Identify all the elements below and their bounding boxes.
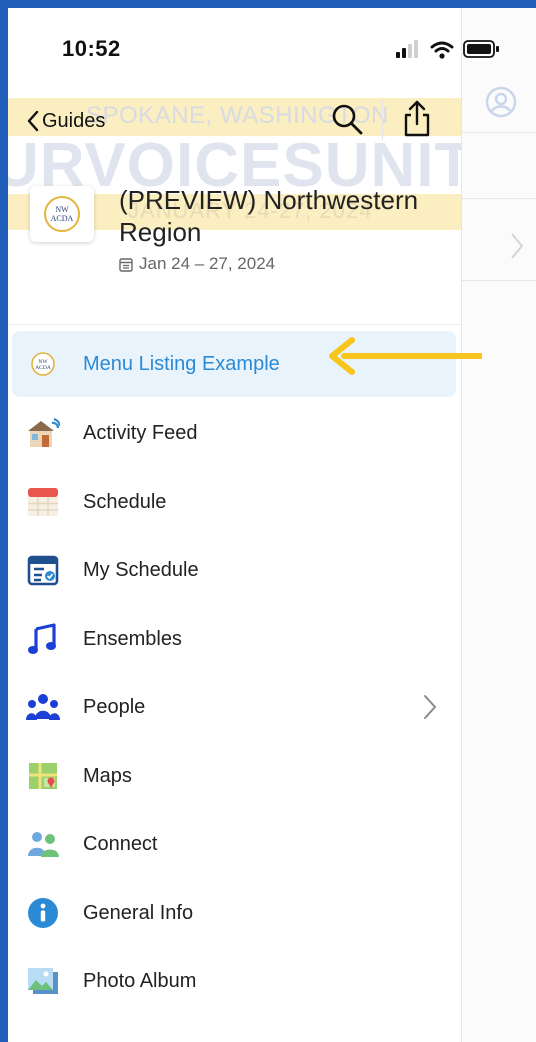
menu-item-label: Connect <box>83 833 158 855</box>
chevron-left-icon <box>27 110 39 132</box>
panel-divider <box>462 132 536 133</box>
music-note-icon <box>28 623 56 654</box>
menu-item-activity-feed[interactable]: Activity Feed <box>12 400 456 466</box>
search-icon[interactable] <box>330 102 364 136</box>
signal-icon <box>396 40 418 58</box>
status-bar: 10:52 <box>8 8 499 88</box>
header-divider <box>8 324 461 325</box>
logo-text-bottom: ACDA <box>51 214 74 223</box>
logo-text-top: NW <box>55 205 69 214</box>
chevron-right-icon <box>424 695 436 719</box>
menu-item-label: Photo Album <box>83 970 197 992</box>
event-title: (PREVIEW) Northwestern Region <box>119 185 419 247</box>
share-icon[interactable] <box>402 98 432 138</box>
menu-item-label: Schedule <box>83 491 167 513</box>
app-screen: 10:52 SPOKANE, WASHINGTON URVOICESUNITI … <box>8 8 536 1042</box>
logo-text-bottom: ACDA <box>35 365 51 371</box>
menu-item-label: Activity Feed <box>83 422 198 444</box>
menu-item-connect[interactable]: Connect <box>12 811 456 877</box>
event-logo: NW ACDA <box>30 186 94 242</box>
side-panel <box>461 8 536 1042</box>
menu-item-ensembles[interactable]: Ensembles <box>12 606 456 672</box>
wifi-icon <box>430 41 454 59</box>
connect-icon <box>28 832 59 857</box>
my-schedule-icon <box>27 555 59 586</box>
people-icon <box>26 694 60 720</box>
menu-item-label: Menu Listing Example <box>83 353 280 375</box>
menu-item-label: My Schedule <box>83 559 199 581</box>
menu-item-label: Maps <box>83 765 132 787</box>
menu-item-maps[interactable]: Maps <box>12 743 456 809</box>
map-icon <box>29 763 57 789</box>
user-avatar-icon[interactable] <box>485 86 517 118</box>
annotation-arrow-icon <box>329 337 482 375</box>
menu-item-my-schedule[interactable]: My Schedule <box>12 537 456 603</box>
event-date: Jan 24 – 27, 2024 <box>119 254 275 274</box>
acda-logo-icon: NW ACDA <box>44 196 80 232</box>
panel-divider <box>462 280 536 281</box>
calendar-icon <box>28 488 58 516</box>
house-icon <box>28 418 60 447</box>
menu-item-general-info[interactable]: General Info <box>12 880 456 946</box>
menu-item-label: General Info <box>83 902 194 924</box>
menu-item-label: People <box>83 696 146 718</box>
menu-item-photo-album[interactable]: Photo Album <box>12 948 456 1014</box>
menu-item-label: Ensembles <box>83 628 182 650</box>
acda-logo-icon: NW ACDA <box>31 352 55 376</box>
back-button-label: Guides <box>42 109 106 132</box>
status-time: 10:52 <box>62 36 121 61</box>
photo-icon <box>28 968 58 994</box>
back-button[interactable]: Guides <box>26 104 105 138</box>
calendar-small-icon <box>119 257 133 272</box>
info-icon <box>28 898 58 928</box>
menu-item-people[interactable]: People <box>12 674 456 740</box>
nav-divider <box>382 100 383 140</box>
chevron-right-icon[interactable] <box>510 232 524 260</box>
panel-divider <box>462 198 536 199</box>
battery-icon <box>463 40 499 58</box>
event-date-text: Jan 24 – 27, 2024 <box>139 254 276 273</box>
status-icons <box>396 40 499 59</box>
menu-item-schedule[interactable]: Schedule <box>12 469 456 535</box>
